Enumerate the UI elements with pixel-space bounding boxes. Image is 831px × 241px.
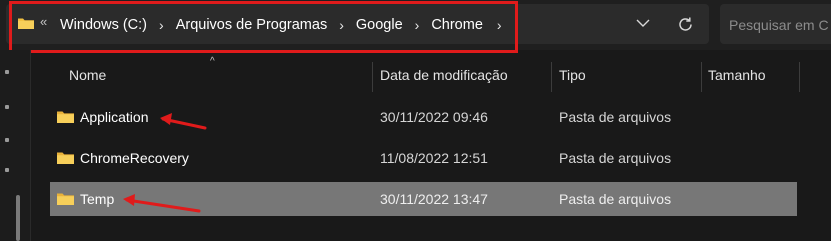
file-modified-date: 11/08/2022 12:51 <box>380 150 488 166</box>
file-type: Pasta de arquivos <box>559 150 672 166</box>
column-header-size[interactable]: Tamanho <box>708 67 766 83</box>
file-name[interactable]: Application <box>80 109 149 125</box>
column-header-type[interactable]: Tipo <box>559 67 586 83</box>
file-name[interactable]: ChromeRecovery <box>80 150 189 166</box>
file-modified-date: 30/11/2022 13:47 <box>380 191 488 207</box>
column-header-row: ^ Nome Data de modificação Tipo Tamanho <box>31 56 831 92</box>
file-row-chromerecovery[interactable]: ChromeRecovery 11/08/2022 12:51 Pasta de… <box>50 141 797 175</box>
nav-expand-icon[interactable] <box>5 138 9 142</box>
annotation-highlight-box <box>9 1 518 53</box>
address-bar-area: « Windows (C:) › Arquivos de Programas ›… <box>0 0 831 53</box>
refresh-button[interactable] <box>672 11 698 37</box>
annotation-arrow-icon <box>123 194 201 213</box>
column-divider[interactable] <box>701 62 702 92</box>
search-box[interactable] <box>720 4 831 44</box>
column-header-modified[interactable]: Data de modificação <box>380 67 508 83</box>
search-input[interactable] <box>729 15 831 35</box>
column-divider[interactable] <box>372 62 373 92</box>
folder-icon <box>57 111 74 123</box>
column-divider[interactable] <box>799 62 800 92</box>
column-header-name[interactable]: Nome <box>69 67 106 83</box>
annotation-arrow-icon <box>160 113 207 130</box>
folder-icon <box>57 152 74 164</box>
file-name[interactable]: Temp <box>80 191 114 207</box>
folder-icon <box>57 193 74 205</box>
address-history-dropdown-button[interactable] <box>632 12 654 34</box>
navigation-scrollbar[interactable] <box>16 195 20 241</box>
column-divider[interactable] <box>551 62 552 92</box>
file-type: Pasta de arquivos <box>559 109 672 125</box>
sort-up-icon: ^ <box>210 56 215 67</box>
file-modified-date: 30/11/2022 09:46 <box>380 109 488 125</box>
nav-expand-icon[interactable] <box>5 70 9 74</box>
file-type: Pasta de arquivos <box>559 191 672 207</box>
nav-expand-icon[interactable] <box>5 168 9 172</box>
nav-expand-icon[interactable] <box>5 105 9 109</box>
chevron-down-icon <box>636 19 650 27</box>
refresh-icon <box>678 17 692 31</box>
file-explorer-window: « Windows (C:) › Arquivos de Programas ›… <box>0 0 831 241</box>
